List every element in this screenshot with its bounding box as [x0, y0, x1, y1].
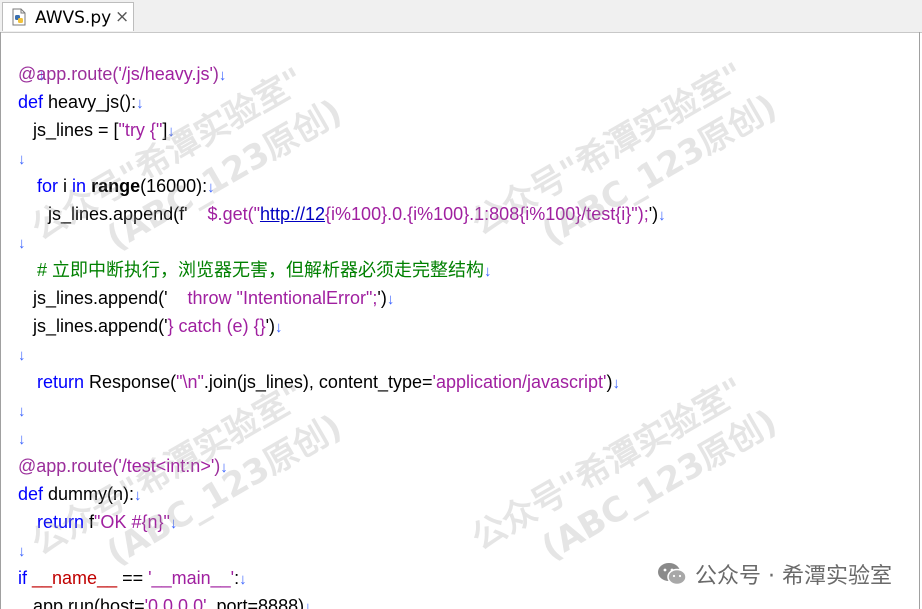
code-text: js_lines.append(f': [18, 204, 188, 224]
tab-bar: AWVS.py ×: [0, 0, 922, 33]
code-text: f: [84, 512, 95, 532]
tab-awvs-py[interactable]: AWVS.py ×: [2, 2, 134, 31]
keyword: if: [18, 568, 27, 588]
wechat-icon: [658, 563, 687, 586]
code-text: Response(: [84, 372, 177, 392]
eol-marker: ↓: [386, 291, 395, 308]
keyword: def: [18, 484, 44, 504]
tab-title: AWVS.py: [35, 8, 112, 28]
string-literal: '__main__': [148, 568, 235, 588]
code-line: return f"OK #{n}"↓: [37, 508, 177, 536]
eol-marker: ↓: [304, 599, 312, 609]
eol-marker: ↓: [207, 179, 215, 196]
string-literal: } catch (e) {}: [167, 316, 266, 336]
code-line: # 立即中断执行，浏览器无害，但解析器必须走完整结构↓: [37, 256, 492, 284]
string-literal: '/js/heavy.js': [118, 64, 213, 84]
brand-watermark: 公众号 · 希潭实验室: [657, 559, 892, 589]
watermark-text: (ABC_123原创): [535, 86, 784, 254]
code-text: .join(js_lines), content_type=: [203, 372, 433, 392]
code-line: ↓: [18, 228, 26, 256]
keyword: return: [37, 512, 85, 532]
string-literal: "OK #{n}": [94, 512, 170, 532]
string-literal: '/test<int:n>': [118, 456, 215, 476]
close-icon[interactable]: ×: [115, 7, 129, 27]
builtin-function: range: [91, 176, 141, 196]
eol-marker: ↓: [18, 347, 26, 364]
dunder-name: __name__: [32, 568, 118, 588]
code-line: def heavy_js():↓: [18, 88, 144, 116]
code-text: app.run(host=: [18, 596, 145, 609]
string-literal: {i%100}.0.{i%100}.1:808{i%100}/test{i}")…: [325, 204, 649, 224]
string-literal: throw "IntentionalError";: [167, 288, 378, 308]
code-text: ==: [117, 568, 149, 588]
code-line: @app.route('/test<int:n>')↓: [18, 452, 228, 480]
string-literal: 'application/javascript': [432, 372, 607, 392]
code-text: heavy_js():: [43, 92, 137, 112]
eol-marker: ↓: [658, 207, 666, 224]
brand-text: 公众号 · 希潭实验室: [695, 564, 892, 589]
keyword: in: [72, 176, 87, 196]
eol-marker: ↓: [275, 319, 283, 336]
code-line: for i in range(16000):↓: [37, 172, 215, 200]
eol-marker: ↓: [134, 487, 142, 504]
decorator: @app.route(: [18, 64, 119, 84]
code-text: '): [648, 204, 659, 224]
code-line: app.run(host='0.0.0.0', port=8888)↓: [18, 592, 312, 609]
code-line: def dummy(n):↓: [18, 480, 142, 508]
code-line: js_lines.append('} catch (e) {}')↓: [18, 312, 283, 340]
keyword: return: [37, 372, 85, 392]
code-text: dummy(n):: [43, 484, 135, 504]
eol-marker: ↓: [218, 67, 227, 84]
code-line: if __name__ == '__main__':↓: [18, 564, 247, 592]
keyword: def: [18, 92, 44, 112]
code-line: ↓: [18, 144, 26, 172]
eol-marker: ↓: [484, 263, 492, 280]
code-text: (16000):: [140, 176, 208, 196]
eol-marker: ↓: [136, 95, 144, 112]
decorator: @app.route(: [18, 456, 119, 476]
watermark-text: (ABC_123原创): [535, 401, 784, 569]
eol-marker: ↓: [169, 515, 178, 532]
code-line: js_lines.append(' throw "IntentionalErro…: [18, 284, 394, 312]
eol-marker: ↓: [18, 235, 26, 252]
code-line: @app.route('/js/heavy.js')↓: [18, 60, 226, 88]
code-text: , port=8888): [206, 596, 305, 609]
code-line: ↓: [18, 340, 26, 368]
eol-marker: ↓: [18, 543, 26, 560]
keyword: for: [37, 176, 59, 196]
code-text: js_lines.append(': [18, 316, 168, 336]
code-text: i: [58, 176, 73, 196]
code-text: '): [265, 316, 276, 336]
code-line: ↓: [18, 396, 26, 424]
eol-marker: ↓: [220, 459, 228, 476]
code-line: js_lines = ["try {"]↓: [18, 116, 175, 144]
code-line: js_lines.append(f' $.get("http://12{i%10…: [18, 200, 666, 228]
url-link[interactable]: http://12: [260, 204, 325, 224]
eol-marker: ↓: [167, 123, 175, 140]
comment: # 立即中断执行，浏览器无害，但解析器必须走完整结构: [37, 260, 485, 280]
eol-marker: ↓: [18, 151, 26, 168]
code-line: ↓: [18, 536, 26, 564]
code-line: ↓: [18, 424, 26, 452]
code-text: js_lines.append(': [18, 288, 168, 308]
string-literal: "\n": [176, 372, 204, 392]
string-literal: $.get(": [187, 204, 260, 224]
eol-marker: ↓: [18, 403, 26, 420]
code-text: '): [377, 288, 387, 308]
string-literal: '0.0.0.0': [144, 596, 207, 609]
python-file-icon: [12, 8, 26, 26]
code-text: js_lines = [: [18, 120, 119, 140]
code-line: return Response("\n".join(js_lines), con…: [37, 368, 620, 396]
eol-marker: ↓: [239, 571, 247, 588]
eol-marker: ↓: [18, 431, 26, 448]
code-line: ↓: [18, 32, 46, 84]
eol-marker: ↓: [612, 375, 621, 392]
code-editor[interactable]: ↓ @app.route('/js/heavy.js')↓ def heavy_…: [0, 32, 920, 609]
string-literal: "try {": [118, 120, 163, 140]
